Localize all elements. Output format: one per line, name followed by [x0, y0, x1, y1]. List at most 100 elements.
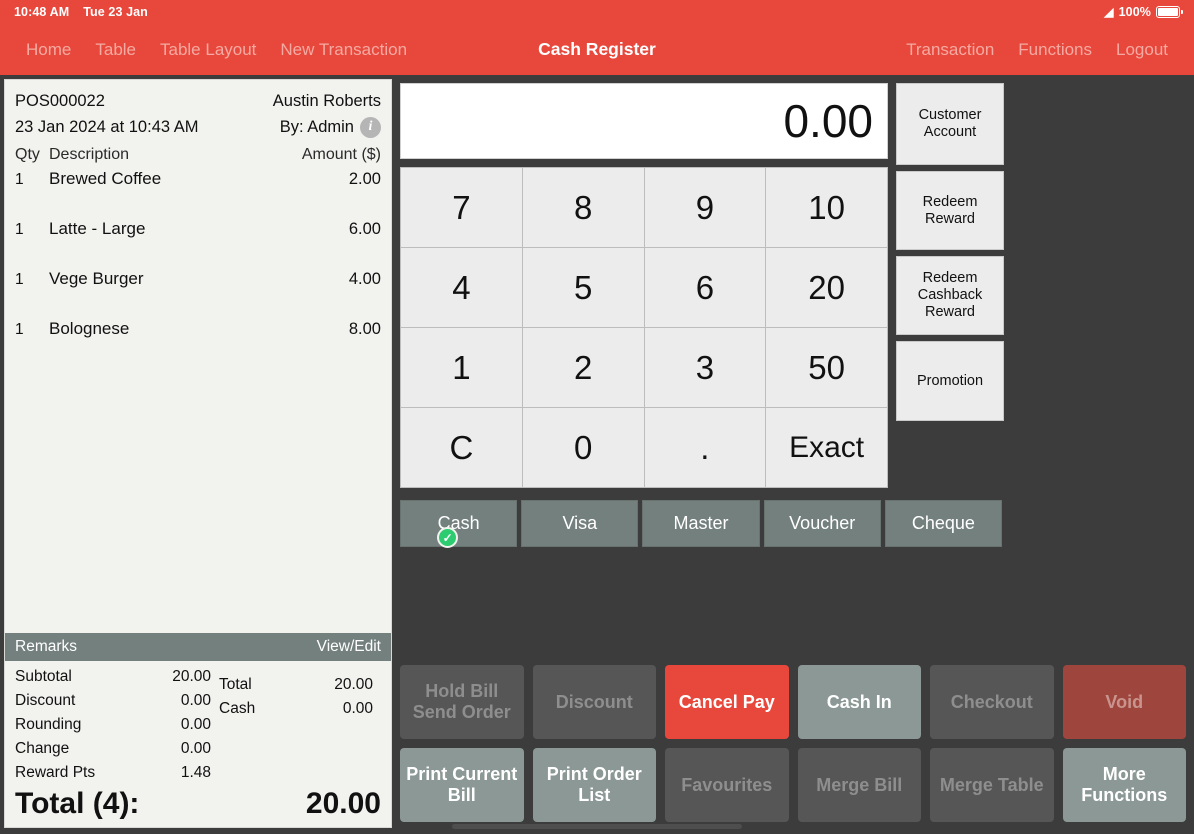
- status-bar-right: ◢ 100%: [1104, 5, 1183, 19]
- payment-visa[interactable]: Visa: [521, 500, 639, 547]
- key-6[interactable]: 6: [644, 248, 766, 327]
- receipt-items-list[interactable]: 1 Brewed Coffee 2.00 1 Latte - Large 6.0…: [5, 166, 391, 633]
- more-functions-button[interactable]: More Functions: [1062, 748, 1186, 822]
- amount-display[interactable]: 0.00: [400, 83, 888, 159]
- key-10[interactable]: 10: [766, 168, 887, 247]
- receipt-header-row-2: 23 Jan 2024 at 10:43 AM By: Admin i: [15, 114, 381, 140]
- key-20[interactable]: 20: [766, 248, 887, 327]
- merge-bill-button[interactable]: Merge Bill: [797, 748, 921, 822]
- main-body: POS000022 Austin Roberts 23 Jan 2024 at …: [0, 75, 1194, 834]
- discount-value: 0.00: [180, 692, 211, 709]
- total-line-discount: Discount 0.00: [15, 689, 211, 713]
- keypad-main: 0.00 7 8 9 10 4 5 6 20 1 2 3 50 C 0 . Ex…: [400, 83, 888, 488]
- hold-bill-send-order-button[interactable]: Hold Bill Send Order: [400, 665, 524, 739]
- item-amount: 6.00: [348, 220, 381, 238]
- void-button[interactable]: Void: [1062, 665, 1186, 739]
- nav-left-group: Home Table Table Layout New Transaction: [14, 40, 419, 60]
- nav-logout[interactable]: Logout: [1104, 40, 1180, 60]
- key-exact[interactable]: Exact: [766, 408, 887, 487]
- cancel-pay-button[interactable]: Cancel Pay: [665, 665, 789, 739]
- battery-icon: [1156, 6, 1183, 18]
- key-50[interactable]: 50: [766, 328, 887, 407]
- key-9[interactable]: 9: [644, 168, 766, 247]
- key-decimal[interactable]: .: [644, 408, 766, 487]
- list-item[interactable]: 1 Brewed Coffee 2.00: [15, 166, 381, 216]
- total-value: 20.00: [334, 676, 373, 693]
- subtotal-label: Subtotal: [15, 668, 72, 685]
- totals-left-column: Subtotal 20.00 Discount 0.00 Rounding 0.…: [15, 665, 211, 785]
- status-bar-left: 10:48 AM Tue 23 Jan: [14, 5, 148, 19]
- column-header-description: Description: [49, 146, 130, 163]
- reward-pts-value: 1.48: [180, 764, 211, 781]
- rounding-label: Rounding: [15, 716, 82, 733]
- item-qty: 1: [15, 171, 24, 188]
- key-4[interactable]: 4: [401, 248, 522, 327]
- key-8[interactable]: 8: [522, 168, 644, 247]
- key-7[interactable]: 7: [401, 168, 522, 247]
- print-order-list-button[interactable]: Print Order List: [532, 748, 656, 822]
- nav-transaction[interactable]: Transaction: [894, 40, 1006, 60]
- nav-right-group: Transaction Functions Logout: [894, 40, 1180, 60]
- receipt-header-row-1: POS000022 Austin Roberts: [15, 88, 381, 114]
- operator-name: By: Admin: [279, 118, 354, 136]
- totals-right-column: Total 20.00 Cash 0.00: [211, 665, 381, 785]
- item-qty: 1: [15, 221, 24, 238]
- check-icon: ✓: [437, 527, 459, 548]
- payment-cheque[interactable]: Cheque: [884, 500, 1003, 547]
- nav-table-layout[interactable]: Table Layout: [148, 40, 268, 60]
- nav-table[interactable]: Table: [83, 40, 148, 60]
- reward-pts-label: Reward Pts: [15, 764, 96, 781]
- key-2[interactable]: 2: [522, 328, 644, 407]
- receipt-panel: POS000022 Austin Roberts 23 Jan 2024 at …: [4, 79, 392, 828]
- customer-account-button[interactable]: Customer Account: [896, 83, 1004, 165]
- discount-button[interactable]: Discount: [532, 665, 656, 739]
- nav-home[interactable]: Home: [14, 40, 83, 60]
- numeric-keypad: 7 8 9 10 4 5 6 20 1 2 3 50 C 0 . Exact: [400, 167, 888, 488]
- home-indicator: [452, 824, 742, 829]
- payment-cash[interactable]: Cash ✓: [400, 500, 518, 548]
- nav-functions[interactable]: Functions: [1006, 40, 1104, 60]
- payment-master[interactable]: Master: [642, 500, 760, 547]
- redeem-cashback-reward-button[interactable]: Redeem Cashback Reward: [896, 256, 1004, 335]
- promotion-button[interactable]: Promotion: [896, 341, 1004, 421]
- key-1[interactable]: 1: [401, 328, 522, 407]
- status-date: Tue 23 Jan: [83, 5, 148, 19]
- column-header-amount: Amount ($): [301, 146, 381, 163]
- change-value: 0.00: [180, 740, 211, 757]
- totals-section: Subtotal 20.00 Discount 0.00 Rounding 0.…: [5, 661, 391, 827]
- key-5[interactable]: 5: [522, 248, 644, 327]
- item-qty: 1: [15, 271, 24, 288]
- wifi-icon: ◢: [1104, 5, 1114, 19]
- register-panel: 0.00 7 8 9 10 4 5 6 20 1 2 3 50 C 0 . Ex…: [392, 75, 1194, 834]
- key-0[interactable]: 0: [522, 408, 644, 487]
- cash-in-button[interactable]: Cash In: [797, 665, 921, 739]
- rounding-value: 0.00: [180, 716, 211, 733]
- customer-name: Austin Roberts: [272, 92, 381, 110]
- info-icon[interactable]: i: [360, 116, 381, 138]
- favourites-button[interactable]: Favourites: [665, 748, 789, 822]
- payment-voucher[interactable]: Voucher: [763, 500, 881, 547]
- totals-grid: Subtotal 20.00 Discount 0.00 Rounding 0.…: [15, 665, 381, 785]
- key-clear[interactable]: C: [401, 408, 522, 487]
- item-description: Brewed Coffee: [49, 169, 162, 188]
- key-3[interactable]: 3: [644, 328, 766, 407]
- item-amount: 8.00: [348, 320, 381, 338]
- side-actions-column: Customer Account Redeem Reward Redeem Ca…: [896, 83, 1004, 488]
- item-amount: 2.00: [348, 170, 381, 188]
- checkout-button[interactable]: Checkout: [930, 665, 1054, 739]
- column-header-qty: Qty: [15, 146, 40, 163]
- cash-label: Cash: [219, 700, 256, 717]
- list-item[interactable]: 1 Bolognese 8.00: [15, 316, 381, 366]
- nav-new-transaction[interactable]: New Transaction: [268, 40, 419, 60]
- list-item[interactable]: 1 Vege Burger 4.00: [15, 266, 381, 316]
- discount-label: Discount: [15, 692, 76, 709]
- merge-table-button[interactable]: Merge Table: [930, 748, 1054, 822]
- item-description: Latte - Large: [49, 219, 146, 238]
- total-line-subtotal: Subtotal 20.00: [15, 665, 211, 689]
- print-current-bill-button[interactable]: Print Current Bill: [400, 748, 524, 822]
- redeem-reward-button[interactable]: Redeem Reward: [896, 171, 1004, 250]
- list-item[interactable]: 1 Latte - Large 6.00: [15, 216, 381, 266]
- remarks-bar[interactable]: Remarks View/Edit: [5, 633, 391, 661]
- remarks-view-edit-link[interactable]: View/Edit: [317, 638, 381, 656]
- grand-total-label: Total (4):: [15, 787, 140, 820]
